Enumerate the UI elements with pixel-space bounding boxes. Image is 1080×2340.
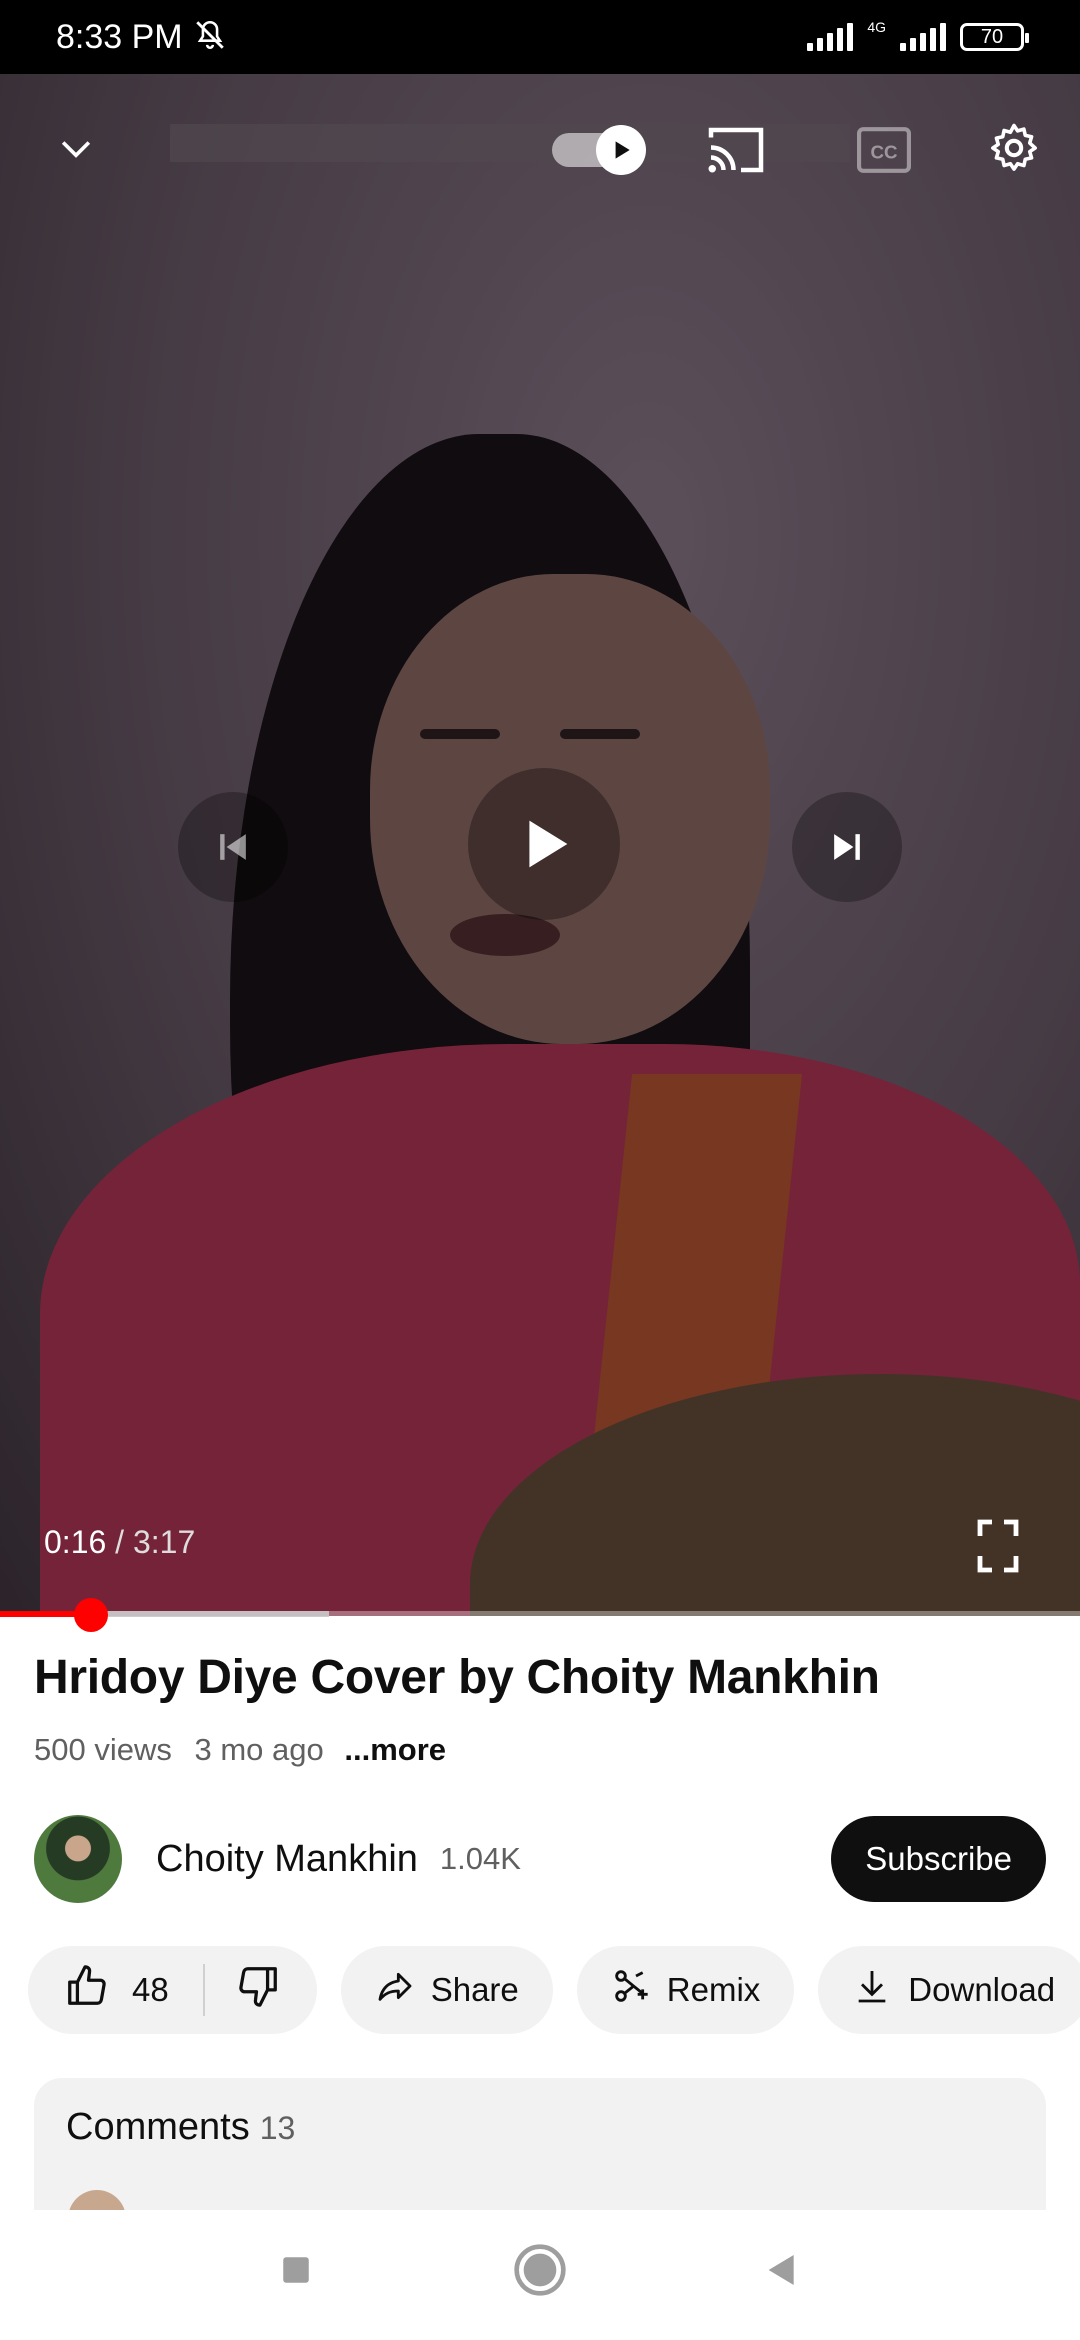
cast-icon[interactable]	[700, 116, 772, 184]
chevron-down-icon[interactable]	[40, 112, 112, 184]
battery-level: 70	[980, 25, 1004, 48]
channel-row: Choity Mankhin 1.04K Subscribe	[34, 1814, 1046, 1904]
scrubber-handle[interactable]	[73, 1598, 108, 1632]
comments-label: Comments	[66, 2106, 250, 2148]
play-icon	[596, 125, 646, 175]
gear-icon[interactable]	[978, 112, 1050, 184]
remix-icon	[611, 1966, 651, 2014]
subscriber-count: 1.04K	[439, 1841, 521, 1876]
time-display: 0:16 / 3:17	[44, 1524, 195, 1561]
like-count: 48	[132, 1971, 169, 2008]
dislike-button[interactable]	[235, 1963, 281, 2017]
divider	[202, 1964, 205, 2016]
network-type: 4G	[867, 19, 886, 35]
comments-panel[interactable]: Comments 13	[34, 2078, 1046, 2214]
skip-previous-icon[interactable]	[178, 792, 288, 902]
upload-age: 3 mo ago	[194, 1732, 324, 1767]
more-link[interactable]: ...more	[344, 1732, 446, 1767]
battery-icon: 70	[960, 23, 1029, 51]
fullscreen-icon[interactable]	[966, 1514, 1030, 1578]
video-title[interactable]: Hridoy Diye Cover by Choity Mankhin	[34, 1650, 880, 1705]
autoplay-toggle[interactable]	[550, 125, 650, 175]
time-separator: /	[115, 1524, 125, 1560]
progress-bar[interactable]	[0, 1611, 1080, 1617]
like-button[interactable]: 48	[64, 1963, 169, 2017]
thumbs-down-icon	[235, 1967, 281, 2016]
subscribe-button[interactable]: Subscribe	[831, 1816, 1046, 1902]
video-meta[interactable]: 500 views 3 mo ago ...more	[34, 1732, 446, 1768]
duration: 3:17	[132, 1524, 196, 1560]
svg-text:CC: CC	[871, 141, 898, 162]
comments-count: 13	[259, 2110, 296, 2146]
action-bar: 48 Share Remix Download	[28, 1946, 1080, 2034]
download-icon	[852, 1966, 892, 2014]
status-bar: 8:33 PM 4G 70	[0, 0, 1080, 74]
share-icon	[375, 1966, 415, 2014]
status-time: 8:33 PM	[56, 17, 183, 56]
thumbs-up-icon	[64, 1963, 110, 2017]
like-dislike-group: 48	[28, 1946, 317, 2034]
system-nav-bar	[0, 2210, 1080, 2340]
remix-label: Remix	[666, 1971, 761, 2008]
download-label: Download	[908, 1971, 1056, 2008]
avatar[interactable]	[34, 1815, 122, 1903]
play-icon[interactable]	[468, 768, 620, 920]
remix-button[interactable]: Remix	[576, 1946, 795, 2034]
video-player[interactable]: CC 0:16 / 3:17	[0, 74, 1080, 1616]
share-button[interactable]: Share	[340, 1946, 553, 2034]
cc-icon[interactable]: CC	[848, 116, 920, 184]
back-button[interactable]	[750, 2238, 814, 2302]
mute-icon	[193, 18, 227, 57]
view-count: 500 views	[34, 1732, 172, 1767]
signal-icon-2	[900, 23, 946, 51]
recents-button[interactable]	[264, 2238, 328, 2302]
current-time: 0:16	[44, 1524, 107, 1560]
comments-header: Comments 13	[66, 2106, 295, 2149]
home-button[interactable]	[508, 2238, 572, 2302]
skip-next-icon[interactable]	[792, 792, 902, 902]
download-button[interactable]: Download	[818, 1946, 1080, 2034]
channel-name[interactable]: Choity Mankhin	[156, 1838, 418, 1881]
share-label: Share	[430, 1971, 519, 2008]
signal-icon	[807, 23, 854, 51]
